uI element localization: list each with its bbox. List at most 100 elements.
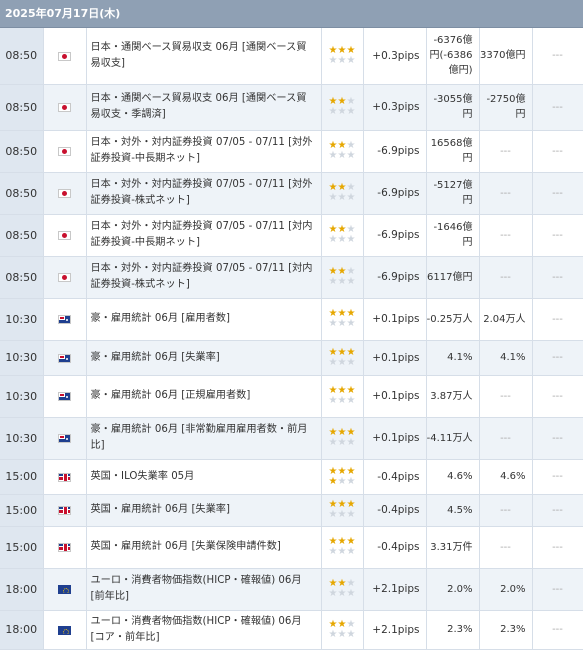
event-time: 18:00 — [0, 610, 44, 650]
event-title[interactable]: 日本・対外・対内証券投資 07/05 - 07/11 [対内証券投資-中長期ネッ… — [86, 214, 322, 257]
event-title[interactable]: 豪・雇用統計 06月 [雇用者数] — [86, 298, 322, 341]
jp-flag-icon — [58, 189, 71, 198]
star-icon: ★ — [328, 395, 338, 406]
star-icon: ★ — [346, 475, 356, 487]
event-time: 08:50 — [0, 84, 44, 131]
event-row: 15:00 英国・雇用統計 06月 [失業率] ★★★ ★★★ -0.4pips 4.5%… — [0, 494, 583, 527]
previous-value: 6117億円 — [426, 256, 480, 299]
event-title[interactable]: ユーロ・消費者物価指数(HICP・確報値) 06月 [コア・前年比] — [86, 610, 322, 650]
star-icon: ★ — [328, 618, 338, 630]
forecast-value: 4.6% — [479, 459, 533, 495]
event-title[interactable]: 豪・雇用統計 06月 [非常勤雇用雇用者数・前月比] — [86, 417, 322, 460]
event-time: 15:00 — [0, 494, 44, 527]
star-icon: ★ — [337, 465, 347, 477]
event-row: 08:50 日本・対外・対内証券投資 07/05 - 07/11 [対内証券投資-… — [0, 256, 583, 299]
event-title[interactable]: 豪・雇用統計 06月 [失業率] — [86, 340, 322, 376]
star-icon: ★ — [337, 150, 347, 161]
uk-flag-icon — [58, 543, 71, 552]
importance-stars: ★★★ ★★★ — [321, 459, 364, 495]
event-title[interactable]: 豪・雇用統計 06月 [正規雇用者数] — [86, 375, 322, 418]
event-row: 08:50 日本・対外・対内証券投資 07/05 - 07/11 [対外証券投資-… — [0, 172, 583, 215]
pips-impact: +0.1pips — [363, 298, 427, 341]
star-icon: ★ — [346, 318, 356, 329]
star-icon: ★ — [337, 356, 347, 368]
event-title[interactable]: 日本・通関ベース貿易収支 06月 [通関ベース貿易収支] — [86, 28, 322, 85]
star-icon: ★ — [346, 150, 356, 161]
event-title[interactable]: 英国・雇用統計 06月 [失業保険申請件数] — [86, 526, 322, 569]
importance-stars: ★★★ ★★★ — [321, 494, 364, 527]
events-table: 08:50 日本・通関ベース貿易収支 06月 [通関ベース貿易収支] ★★★ ★★★ +… — [0, 28, 583, 650]
event-row: 15:00 英国・雇用統計 06月 [失業保険申請件数] ★★★ ★★★ -0.4pip… — [0, 526, 583, 569]
star-icon: ★ — [346, 546, 356, 557]
economic-calendar: 2025年07月17日(木) 08:50 日本・通関ベース貿易収支 06月 [通関… — [0, 0, 583, 650]
forecast-value: --- — [479, 375, 533, 418]
star-icon: ★ — [346, 628, 356, 640]
pips-impact: -0.4pips — [363, 494, 427, 527]
star-icon: ★ — [346, 509, 356, 520]
pips-impact: +0.1pips — [363, 340, 427, 376]
country-flag-cell — [43, 526, 87, 569]
star-icon: ★ — [328, 475, 338, 487]
event-time: 15:00 — [0, 459, 44, 495]
au-flag-icon — [58, 315, 71, 324]
star-icon: ★ — [346, 192, 356, 203]
star-icon: ★ — [328, 546, 338, 557]
previous-value: 4.6% — [426, 459, 480, 495]
event-title[interactable]: 英国・雇用統計 06月 [失業率] — [86, 494, 322, 527]
event-title[interactable]: ユーロ・消費者物価指数(HICP・確報値) 06月 [前年比] — [86, 568, 322, 611]
star-icon: ★ — [337, 192, 347, 203]
star-icon: ★ — [328, 628, 338, 640]
forecast-value: -2750億円 — [479, 84, 533, 131]
pips-impact: -6.9pips — [363, 214, 427, 257]
star-icon: ★ — [346, 618, 356, 630]
event-title[interactable]: 日本・対外・対内証券投資 07/05 - 07/11 [対外証券投資-中長期ネッ… — [86, 130, 322, 173]
importance-stars: ★★★ ★★★ — [321, 28, 364, 85]
importance-stars: ★★★ ★★★ — [321, 256, 364, 299]
country-flag-cell — [43, 84, 87, 131]
previous-value: 3.87万人 — [426, 375, 480, 418]
event-time: 10:30 — [0, 375, 44, 418]
pips-impact: +0.3pips — [363, 84, 427, 131]
event-title[interactable]: 日本・通関ベース貿易収支 06月 [通関ベース貿易収支・季調済] — [86, 84, 322, 131]
pips-impact: -6.9pips — [363, 172, 427, 215]
jp-flag-icon — [58, 51, 71, 61]
forecast-value: 2.04万人 — [479, 298, 533, 341]
previous-value: -4.11万人 — [426, 417, 480, 460]
event-title[interactable]: 日本・対外・対内証券投資 07/05 - 07/11 [対内証券投資-株式ネット… — [86, 256, 322, 299]
star-icon: ★ — [346, 234, 356, 245]
country-flag-cell — [43, 298, 87, 341]
importance-stars: ★★★ ★★★ — [321, 568, 364, 611]
pips-impact: -6.9pips — [363, 130, 427, 173]
country-flag-cell — [43, 494, 87, 527]
jp-flag-icon — [58, 103, 71, 112]
star-icon: ★ — [346, 395, 356, 406]
country-flag-cell — [43, 568, 87, 611]
forecast-value: --- — [479, 256, 533, 299]
star-icon: ★ — [337, 234, 347, 245]
result-value: --- — [532, 417, 583, 460]
importance-stars: ★★★ ★★★ — [321, 130, 364, 173]
event-time: 10:30 — [0, 298, 44, 341]
importance-stars: ★★★ ★★★ — [321, 340, 364, 376]
star-icon: ★ — [328, 588, 338, 599]
forecast-value: --- — [479, 172, 533, 215]
event-row: 10:30 豪・雇用統計 06月 [失業率] ★★★ ★★★ +0.1pips 4.1% 4… — [0, 340, 583, 376]
event-title[interactable]: 日本・対外・対内証券投資 07/05 - 07/11 [対外証券投資-株式ネット… — [86, 172, 322, 215]
forecast-value: 3370億円 — [479, 28, 533, 85]
event-time: 18:00 — [0, 568, 44, 611]
jp-flag-icon — [58, 231, 71, 240]
country-flag-cell — [43, 172, 87, 215]
star-icon: ★ — [346, 356, 356, 368]
event-title[interactable]: 英国・ILO失業率 05月 — [86, 459, 322, 495]
country-flag-cell — [43, 214, 87, 257]
importance-stars: ★★★ ★★★ — [321, 375, 364, 418]
au-flag-icon — [58, 353, 71, 363]
star-icon: ★ — [346, 465, 356, 477]
event-row: 10:30 豪・雇用統計 06月 [非常勤雇用雇用者数・前月比] ★★★ ★★★ +0.… — [0, 417, 583, 460]
result-value: --- — [532, 84, 583, 131]
star-icon: ★ — [328, 318, 338, 329]
forecast-value: 4.1% — [479, 340, 533, 376]
star-icon: ★ — [328, 356, 338, 368]
forecast-value: --- — [479, 130, 533, 173]
event-row: 10:30 豪・雇用統計 06月 [正規雇用者数] ★★★ ★★★ +0.1pips 3.… — [0, 375, 583, 418]
